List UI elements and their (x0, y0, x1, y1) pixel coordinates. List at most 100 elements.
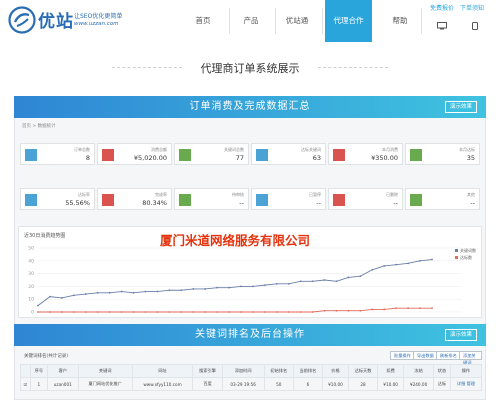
data-point[interactable] (156, 290, 159, 293)
data-point[interactable] (371, 308, 374, 311)
column-header[interactable]: 达标天数 (347, 364, 379, 378)
data-point[interactable] (49, 311, 51, 313)
keywords-demo-button[interactable]: 演示效果 (444, 329, 477, 341)
data-point[interactable] (84, 311, 87, 313)
data-point[interactable] (431, 307, 433, 310)
data-point[interactable] (347, 276, 350, 279)
data-point[interactable] (299, 280, 302, 283)
data-point[interactable] (419, 307, 421, 310)
column-header[interactable]: 序号 (29, 364, 48, 378)
data-point[interactable] (180, 289, 183, 292)
data-point[interactable] (431, 258, 433, 261)
data-point[interactable] (395, 263, 398, 266)
order-notice-link[interactable]: 下单须知 (460, 5, 484, 12)
data-point[interactable] (228, 286, 230, 289)
data-point[interactable] (383, 265, 386, 267)
orders-demo-button[interactable]: 演示效果 (444, 101, 477, 113)
data-point[interactable] (180, 311, 183, 313)
data-point[interactable] (192, 288, 195, 290)
quote-link[interactable]: 免费报价 (430, 5, 454, 12)
data-point[interactable] (132, 311, 135, 313)
data-point[interactable] (49, 295, 51, 298)
nav-item-youzhantong[interactable]: 优站通 (279, 0, 315, 42)
refresh-rank-button[interactable]: 刷新排名 (436, 351, 461, 360)
add-keyword-button[interactable]: 添加关键词 (459, 351, 482, 365)
column-header[interactable]: 价格 (321, 364, 349, 378)
data-point[interactable] (335, 280, 338, 283)
data-point[interactable] (240, 285, 242, 288)
data-point[interactable] (72, 294, 75, 297)
data-point[interactable] (132, 291, 135, 294)
data-point[interactable] (323, 309, 326, 312)
column-header[interactable]: 扣费 (377, 364, 405, 378)
data-point[interactable] (407, 307, 410, 310)
desktop-icon[interactable] (437, 22, 447, 30)
data-point[interactable] (419, 259, 421, 262)
data-point[interactable] (37, 311, 39, 313)
data-point[interactable] (216, 311, 218, 313)
column-header[interactable]: 当前排名 (292, 364, 323, 378)
table-cell[interactable]: ☑ (20, 377, 31, 391)
column-header[interactable]: 客户 (46, 364, 79, 378)
column-header[interactable]: 搜索引擎 (192, 364, 223, 378)
data-point[interactable] (37, 304, 39, 307)
data-point[interactable] (252, 285, 254, 288)
data-point[interactable] (72, 311, 75, 313)
data-point[interactable] (287, 282, 290, 285)
data-point[interactable] (120, 311, 123, 313)
data-point[interactable] (323, 279, 326, 281)
data-point[interactable] (108, 291, 111, 294)
data-point[interactable] (263, 311, 266, 313)
data-point[interactable] (204, 288, 207, 290)
column-header[interactable] (20, 364, 31, 378)
data-point[interactable] (168, 289, 171, 292)
data-point[interactable] (204, 311, 207, 313)
data-point[interactable] (299, 311, 302, 313)
data-point[interactable] (96, 291, 99, 294)
column-header[interactable]: 操作 (449, 364, 483, 378)
data-point[interactable] (60, 297, 63, 299)
data-point[interactable] (108, 311, 111, 313)
site-logo[interactable]: 优站 让SEO优化更简单 www.uzzan.com (8, 6, 143, 36)
data-point[interactable] (287, 311, 290, 313)
batch-action-button[interactable]: 批量操作 (390, 351, 415, 360)
data-point[interactable] (84, 293, 87, 295)
column-header[interactable]: 关键词 (77, 364, 133, 378)
nav-item-help[interactable]: 帮助 (382, 0, 418, 42)
nav-item-home[interactable]: 首页 (183, 0, 223, 42)
column-header[interactable]: 网址 (131, 364, 194, 378)
data-point[interactable] (359, 309, 362, 312)
table-row[interactable]: ☑ 1 uzan001 厦门网站优化推广 www.xfyy110.com 百度 03-29 … (20, 377, 483, 391)
data-point[interactable] (311, 280, 314, 283)
data-point[interactable] (383, 308, 386, 311)
data-point[interactable] (120, 290, 123, 293)
nav-item-products[interactable]: 产品 (233, 0, 269, 42)
data-point[interactable] (144, 311, 147, 313)
data-point[interactable] (395, 307, 398, 310)
export-button[interactable]: 导出数据 (413, 351, 438, 360)
data-point[interactable] (311, 311, 314, 313)
data-point[interactable] (359, 275, 362, 278)
column-header[interactable]: 添加时间 (221, 364, 265, 378)
column-header[interactable]: 状态 (433, 364, 451, 378)
data-point[interactable] (228, 311, 230, 313)
data-point[interactable] (192, 311, 195, 313)
data-point[interactable] (275, 311, 278, 313)
mobile-icon[interactable] (470, 22, 480, 30)
data-point[interactable] (156, 311, 159, 313)
data-point[interactable] (263, 284, 266, 287)
data-point[interactable] (407, 262, 410, 265)
data-point[interactable] (96, 311, 99, 313)
data-point[interactable] (275, 282, 278, 285)
data-point[interactable] (168, 311, 171, 313)
data-point[interactable] (144, 290, 147, 293)
column-header[interactable]: 初始排名 (263, 364, 294, 378)
table-cell[interactable]: 详细 管理 (449, 377, 483, 391)
nav-item-agency[interactable]: 代理合作 (325, 0, 372, 42)
data-point[interactable] (335, 309, 338, 312)
column-header[interactable]: 冻结 (403, 364, 435, 378)
data-point[interactable] (240, 311, 242, 313)
data-point[interactable] (371, 268, 374, 271)
data-point[interactable] (252, 311, 254, 313)
data-point[interactable] (347, 309, 350, 312)
